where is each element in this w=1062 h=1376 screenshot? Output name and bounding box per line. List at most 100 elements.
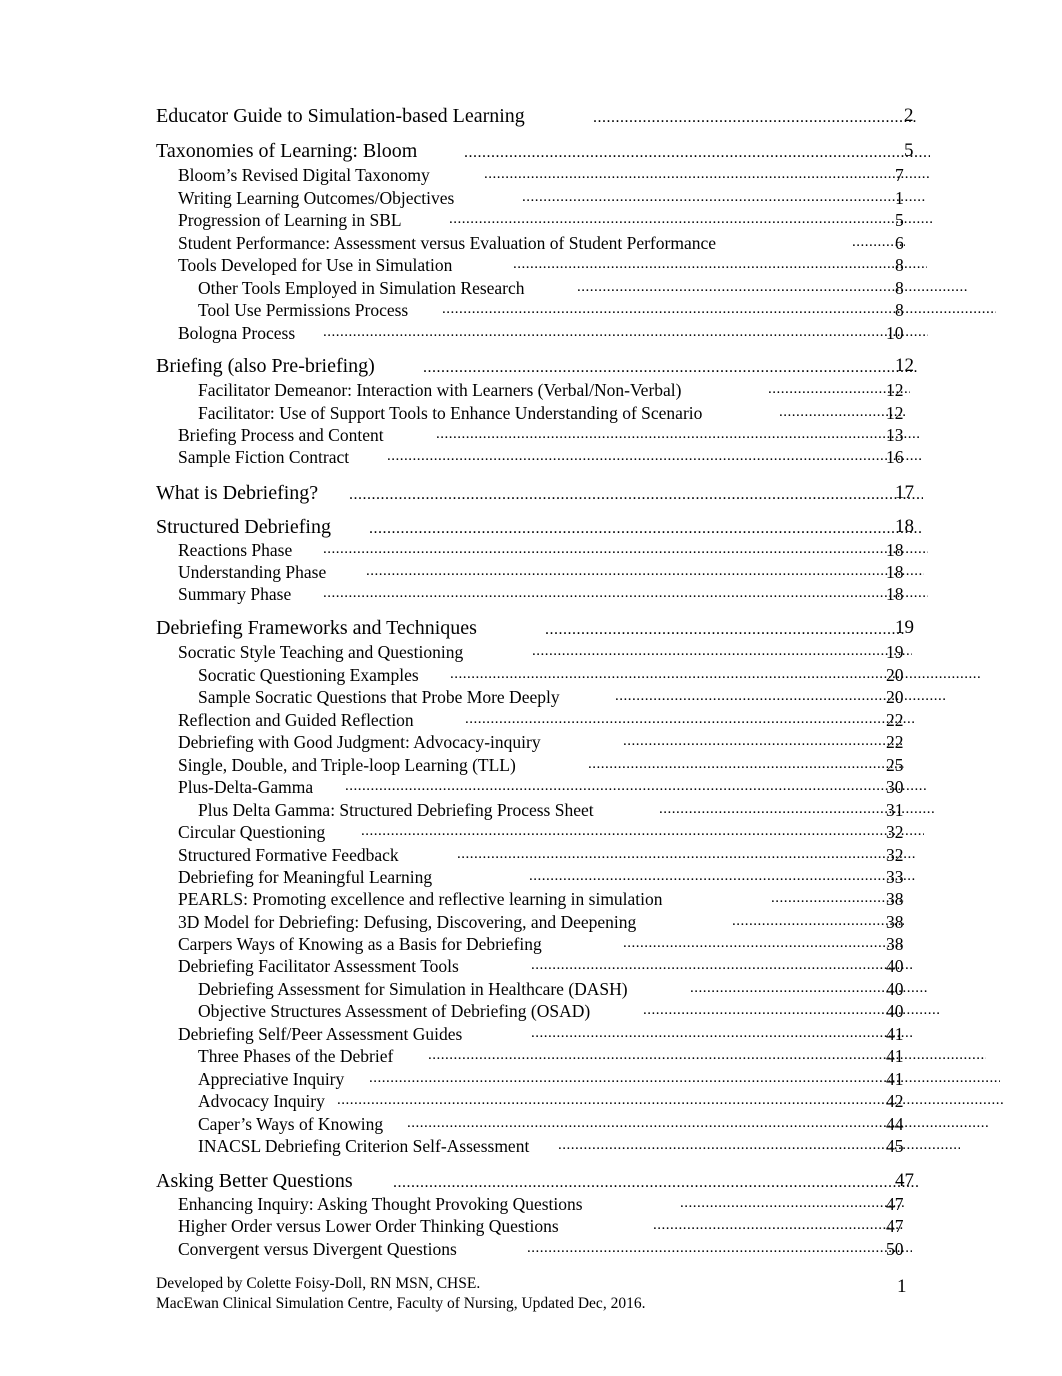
- toc-dot-leader: ........................................…: [369, 520, 922, 537]
- toc-entry-page-number: 22: [886, 732, 904, 752]
- toc-entry-title: Objective Structures Assessment of Debri…: [198, 1001, 591, 1021]
- toc-dot-leader: ........................................…: [465, 711, 916, 727]
- toc-dot-leader: ........................................…: [577, 279, 968, 295]
- table-of-contents: Educator Guide to Simulation-based Learn…: [0, 0, 1062, 1376]
- toc-dot-leader: ........................................…: [532, 643, 912, 659]
- toc-entry-page-number: 32: [886, 822, 904, 842]
- toc-entry-title: Debriefing for Meaningful Learning: [178, 867, 433, 887]
- toc-entry-title: Student Performance: Assessment versus E…: [178, 233, 717, 253]
- toc-dot-leader: ........................................…: [423, 359, 919, 376]
- toc-entry-page-number: 38: [886, 889, 904, 909]
- toc-dot-leader: ........................................…: [393, 1174, 920, 1191]
- toc-entry-page-number: 16: [886, 447, 904, 467]
- toc-entry-title: Taxonomies of Learning: Bloom: [156, 140, 418, 162]
- toc-dot-leader: ........................................…: [457, 846, 917, 862]
- toc-entry-page-number: 44: [886, 1114, 904, 1134]
- toc-entry-title: Summary Phase: [178, 584, 292, 604]
- toc-entry-title: Sample Socratic Questions that Probe Mor…: [198, 687, 560, 707]
- toc-entry-title: Tools Developed for Use in Simulation: [178, 255, 453, 275]
- toc-entry-page-number: 47: [886, 1194, 904, 1214]
- toc-entry-title: Plus Delta Gamma: Structured Debriefing …: [198, 800, 594, 820]
- toc-dot-leader: ........................................…: [361, 823, 924, 839]
- toc-entry-page-number: 1: [895, 188, 904, 208]
- toc-entry-title: Sample Fiction Contract: [178, 447, 350, 467]
- toc-entry-page-number: 38: [886, 912, 904, 932]
- toc-entry-title: PEARLS: Promoting excellence and reflect…: [178, 889, 663, 909]
- toc-entry-title: Educator Guide to Simulation-based Learn…: [156, 105, 525, 127]
- toc-entry-page-number: 41: [886, 1069, 904, 1089]
- toc-entry-page-number: 19: [886, 642, 904, 662]
- toc-dot-leader: ........................................…: [442, 301, 996, 317]
- toc-entry-page-number: 40: [886, 1001, 904, 1021]
- toc-entry-title: Understanding Phase: [178, 562, 327, 582]
- toc-entry-page-number: 12: [895, 355, 914, 376]
- toc-entry-title: Tool Use Permissions Process: [198, 300, 409, 320]
- toc-entry-title: Bloom’s Revised Digital Taxonomy: [178, 165, 430, 185]
- toc-dot-leader: ........................................…: [323, 541, 928, 557]
- toc-entry-page-number: 47: [895, 1170, 914, 1191]
- toc-entry-page-number: 8: [895, 278, 904, 298]
- toc-entry-page-number: 50: [886, 1239, 904, 1259]
- toc-dot-leader: ........................................…: [464, 144, 930, 161]
- toc-entry-title: Plus-Delta-Gamma: [178, 777, 314, 797]
- toc-entry-page-number: 41: [886, 1046, 904, 1066]
- toc-entry-page-number: 7: [895, 165, 904, 185]
- footer: Developed by Colette Foisy-Doll, RN MSN,…: [156, 1274, 645, 1314]
- toc-entry-page-number: 13: [886, 425, 904, 445]
- toc-entry-page-number: 25: [886, 755, 904, 775]
- toc-entry-page-number: 17: [895, 482, 914, 503]
- toc-entry-title: Enhancing Inquiry: Asking Thought Provok…: [178, 1194, 583, 1214]
- toc-entry-title: Convergent versus Divergent Questions: [178, 1239, 457, 1259]
- toc-dot-leader: ........................................…: [369, 1070, 1000, 1086]
- toc-entry-page-number: 10: [886, 323, 904, 343]
- toc-entry-page-number: 31: [886, 800, 904, 820]
- toc-dot-leader: ........................................…: [545, 621, 906, 638]
- toc-dot-leader: ........................................…: [513, 256, 927, 272]
- toc-entry-page-number: 8: [895, 255, 904, 275]
- toc-entry-title: Single, Double, and Triple-loop Learning…: [178, 755, 516, 775]
- toc-entry-title: Three Phases of the Debrief: [198, 1046, 394, 1066]
- toc-entry-title: Socratic Style Teaching and Questioning: [178, 642, 464, 662]
- toc-entry-page-number: 8: [895, 300, 904, 320]
- toc-entry-page-number: 38: [886, 934, 904, 954]
- footer-page-number: 1: [897, 1276, 907, 1297]
- toc-entry-title: Debriefing Frameworks and Techniques: [156, 617, 477, 639]
- toc-entry-title: Caper’s Ways of Knowing: [198, 1114, 384, 1134]
- toc-entry-page-number: 45: [886, 1136, 904, 1156]
- toc-dot-leader: ........................................…: [593, 109, 918, 126]
- toc-dot-leader: ........................................…: [771, 890, 904, 906]
- toc-entry-title: Circular Questioning: [178, 822, 326, 842]
- toc-entry-page-number: 18: [886, 584, 904, 604]
- toc-dot-leader: ........................................…: [531, 957, 912, 973]
- toc-dot-leader: ........................................…: [349, 486, 923, 503]
- toc-entry-page-number: 6: [895, 233, 904, 253]
- toc-entry-page-number: 19: [895, 617, 914, 638]
- toc-entry-page-number: 40: [886, 956, 904, 976]
- toc-entry-page-number: 18: [886, 562, 904, 582]
- toc-dot-leader: ........................................…: [527, 1240, 912, 1256]
- footer-organization-line: MacEwan Clinical Simulation Centre, Facu…: [156, 1295, 646, 1312]
- toc-entry-page-number: 30: [886, 777, 904, 797]
- toc-dot-leader: ........................................…: [529, 868, 915, 884]
- toc-entry-title: Higher Order versus Lower Order Thinking…: [178, 1216, 559, 1236]
- toc-entry-title: Asking Better Questions: [156, 1170, 353, 1192]
- toc-entry-title: Structured Debriefing: [156, 516, 331, 538]
- toc-dot-leader: ........................................…: [680, 1195, 904, 1211]
- toc-entry-title: Briefing Process and Content: [178, 425, 384, 445]
- toc-entry-page-number: 2: [904, 105, 914, 126]
- toc-entry-title: Debriefing Assessment for Simulation in …: [198, 979, 628, 999]
- toc-entry-title: Reactions Phase: [178, 540, 293, 560]
- toc-entry-title: Reflection and Guided Reflection: [178, 710, 414, 730]
- toc-entry-page-number: 42: [886, 1091, 904, 1111]
- toc-dot-leader: ........................................…: [531, 1025, 912, 1041]
- toc-entry-title: Carpers Ways of Knowing as a Basis for D…: [178, 934, 542, 954]
- toc-dot-leader: ........................................…: [345, 778, 926, 794]
- toc-dot-leader: ........................................…: [436, 426, 919, 442]
- toc-entry-title: Briefing (also Pre-briefing): [156, 355, 375, 377]
- toc-dot-leader: ........................................…: [449, 211, 932, 227]
- toc-dot-leader: ........................................…: [323, 585, 928, 601]
- toc-entry-page-number: 18: [886, 540, 904, 560]
- footer-author-line: Developed by Colette Foisy-Doll, RN MSN,…: [156, 1275, 481, 1292]
- toc-entry-title: Progression of Learning in SBL: [178, 210, 402, 230]
- toc-entry-title: Bologna Process: [178, 323, 296, 343]
